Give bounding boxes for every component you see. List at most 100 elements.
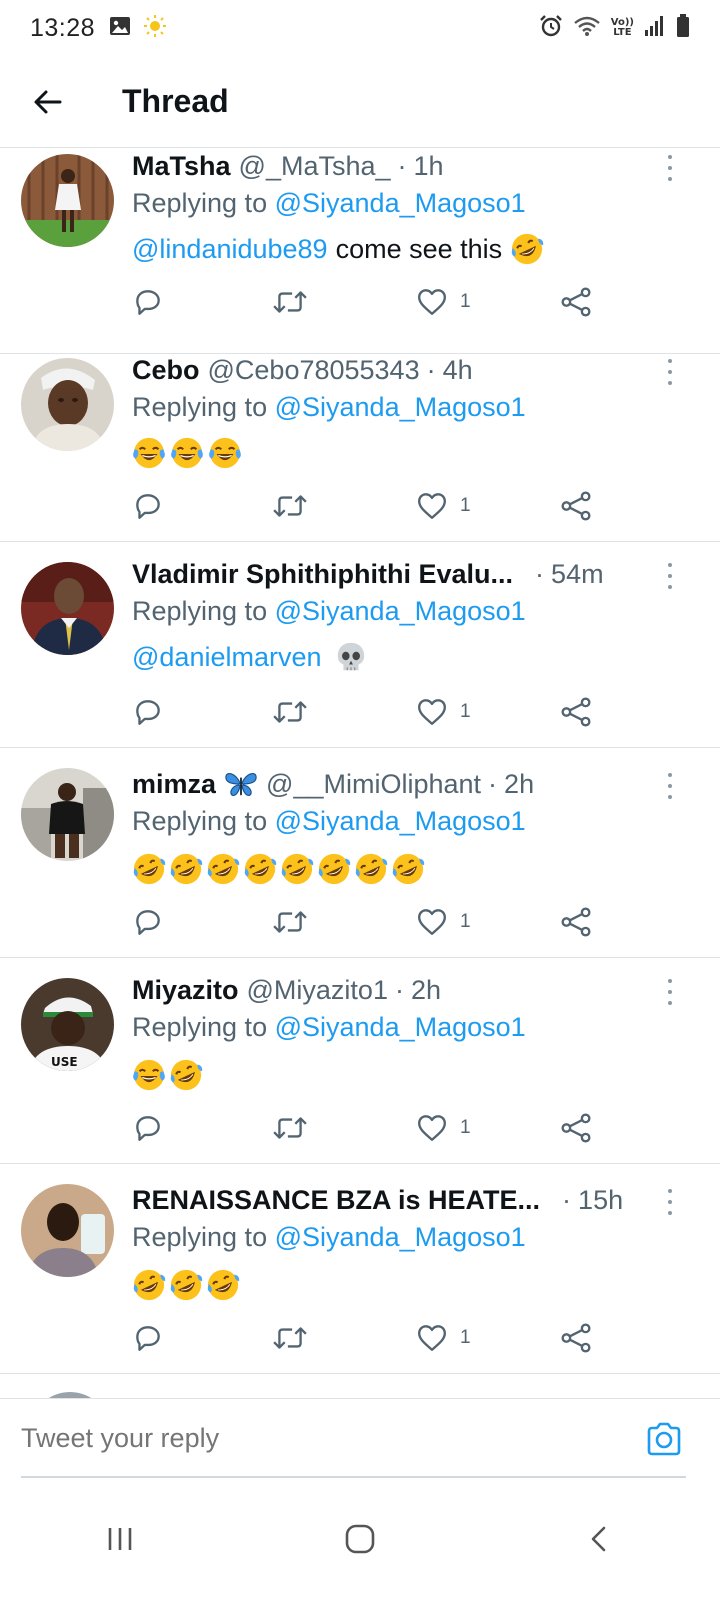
author-handle[interactable]: @Miyazito1 (247, 975, 388, 1006)
author-name[interactable]: Miyazito (132, 975, 239, 1006)
avatar[interactable] (21, 154, 114, 247)
author-name[interactable]: Cebo (132, 355, 200, 386)
author-handle[interactable]: @_MaTsha_ (239, 151, 391, 182)
thread-header: Thread (0, 56, 720, 148)
tweet-item[interactable]: Cebo @Cebo78055343 · 4h Replying to @Siy… (0, 336, 720, 542)
retweet-icon (272, 490, 308, 522)
replying-to-mention[interactable]: @Siyanda_Magoso1 (275, 1012, 526, 1042)
rofl-emoji (317, 852, 351, 886)
separator-dot: · (397, 150, 407, 181)
author-name[interactable]: mimza (132, 769, 216, 800)
replying-to-mention[interactable]: @Siyanda_Magoso1 (275, 1222, 526, 1252)
like-button[interactable]: 1 (416, 284, 471, 320)
like-button[interactable]: 1 (416, 1320, 471, 1356)
like-count: 1 (460, 1117, 471, 1138)
heart-icon (416, 1112, 448, 1144)
reply-button[interactable] (132, 1320, 164, 1356)
tweet-item[interactable]: mimza @__MimiOliphant · 2h Replying to @… (0, 748, 720, 958)
reply-button[interactable] (132, 904, 164, 940)
replying-to-mention[interactable]: @Siyanda_Magoso1 (275, 596, 526, 626)
rofl-emoji (243, 852, 277, 886)
tweet-item[interactable]: USE Miyazito @Miyazito1 · 2h Replying to… (0, 958, 720, 1164)
tweet-item[interactable]: MaTsha @_MaTsha_ · 1h Replying to @Siyan… (0, 148, 720, 354)
status-time: 13:28 (30, 13, 96, 42)
camera-icon (647, 1422, 681, 1456)
share-button[interactable] (560, 904, 592, 940)
like-button[interactable]: 1 (416, 1110, 471, 1146)
reply-button[interactable] (132, 488, 164, 524)
tweet-item[interactable]: RENAISSANCE BZA is HEATE... · 15h Replyi… (0, 1164, 720, 1374)
more-options-icon[interactable] (660, 152, 680, 184)
reply-input[interactable] (21, 1423, 581, 1454)
share-icon (560, 696, 592, 728)
share-button[interactable] (560, 488, 592, 524)
retweet-button[interactable] (272, 904, 308, 940)
more-options-icon[interactable] (660, 770, 680, 802)
author-name[interactable]: Vladimir Sphithiphithi Evalu... (132, 559, 513, 590)
avatar[interactable] (21, 768, 114, 861)
retweet-button[interactable] (272, 694, 308, 730)
more-options-icon[interactable] (660, 356, 680, 388)
avatar[interactable] (21, 358, 114, 451)
retweet-icon (272, 696, 308, 728)
recent-apps-button[interactable] (80, 1509, 160, 1569)
separator-dot: · (426, 354, 436, 385)
tweet-actions: 1 (132, 904, 602, 940)
tweet-time: 2h (410, 974, 442, 1005)
more-options-icon[interactable] (660, 976, 680, 1008)
tweet-item[interactable]: Vladimir Sphithiphithi Evalu... · 54m Re… (0, 542, 720, 748)
retweet-button[interactable] (272, 1320, 308, 1356)
like-button[interactable]: 1 (416, 694, 471, 730)
partial-tweet (0, 1374, 720, 1398)
tweet-text (132, 1058, 203, 1092)
avatar[interactable] (21, 562, 114, 655)
retweet-button[interactable] (272, 1110, 308, 1146)
tweet-time: 2h (504, 768, 535, 799)
author-name[interactable]: MaTsha (132, 151, 231, 182)
joy-emoji (170, 436, 204, 470)
author-handle[interactable]: @Cebo78055343 (208, 355, 420, 386)
retweet-button[interactable] (272, 284, 308, 320)
like-count: 1 (460, 911, 471, 932)
replying-to-mention[interactable]: @Siyanda_Magoso1 (275, 806, 526, 836)
nav-back-button[interactable] (560, 1509, 640, 1569)
like-button[interactable]: 1 (416, 904, 471, 940)
home-button[interactable] (320, 1509, 400, 1569)
author-name[interactable]: RENAISSANCE BZA is HEATE... (132, 1185, 540, 1216)
replying-to-mention[interactable]: @Siyanda_Magoso1 (275, 188, 526, 218)
retweet-button[interactable] (272, 488, 308, 524)
avatar[interactable] (21, 1184, 114, 1277)
more-options-icon[interactable] (660, 1186, 680, 1218)
share-button[interactable] (560, 284, 592, 320)
recent-apps-icon (108, 1528, 132, 1550)
mention-link[interactable]: @danielmarven (132, 642, 322, 673)
avatar[interactable]: USE (21, 978, 114, 1071)
share-button[interactable] (560, 1320, 592, 1356)
alarm-icon (539, 14, 563, 43)
replying-to: Replying to @Siyanda_Magoso1 (132, 188, 526, 218)
mention-link[interactable]: @lindanidube89 (132, 234, 328, 265)
reply-button[interactable] (132, 694, 164, 730)
signal-icon (644, 15, 666, 42)
tweet-actions: 1 (132, 488, 602, 524)
replying-to-mention[interactable]: @Siyanda_Magoso1 (275, 392, 526, 422)
reply-button[interactable] (132, 284, 164, 320)
heart-icon (416, 490, 448, 522)
back-button[interactable] (18, 72, 78, 132)
reply-icon (132, 696, 164, 728)
like-count: 1 (460, 495, 471, 516)
share-button[interactable] (560, 1110, 592, 1146)
more-options-icon[interactable] (660, 560, 680, 592)
like-button[interactable]: 1 (416, 488, 471, 524)
page-title: Thread (122, 83, 229, 119)
camera-button[interactable] (644, 1419, 684, 1459)
replying-to: Replying to @Siyanda_Magoso1 (132, 1012, 526, 1042)
author-handle[interactable]: @__MimiOliphant (266, 769, 481, 800)
tweet-actions: 1 (132, 284, 602, 320)
tweet-time: 1h (413, 150, 444, 181)
reply-button[interactable] (132, 1110, 164, 1146)
volte-icon: Vo)) LTE (610, 17, 634, 38)
tweet-text (132, 1268, 240, 1302)
replies-list[interactable]: MaTsha @_MaTsha_ · 1h Replying to @Siyan… (0, 148, 720, 1398)
share-button[interactable] (560, 694, 592, 730)
